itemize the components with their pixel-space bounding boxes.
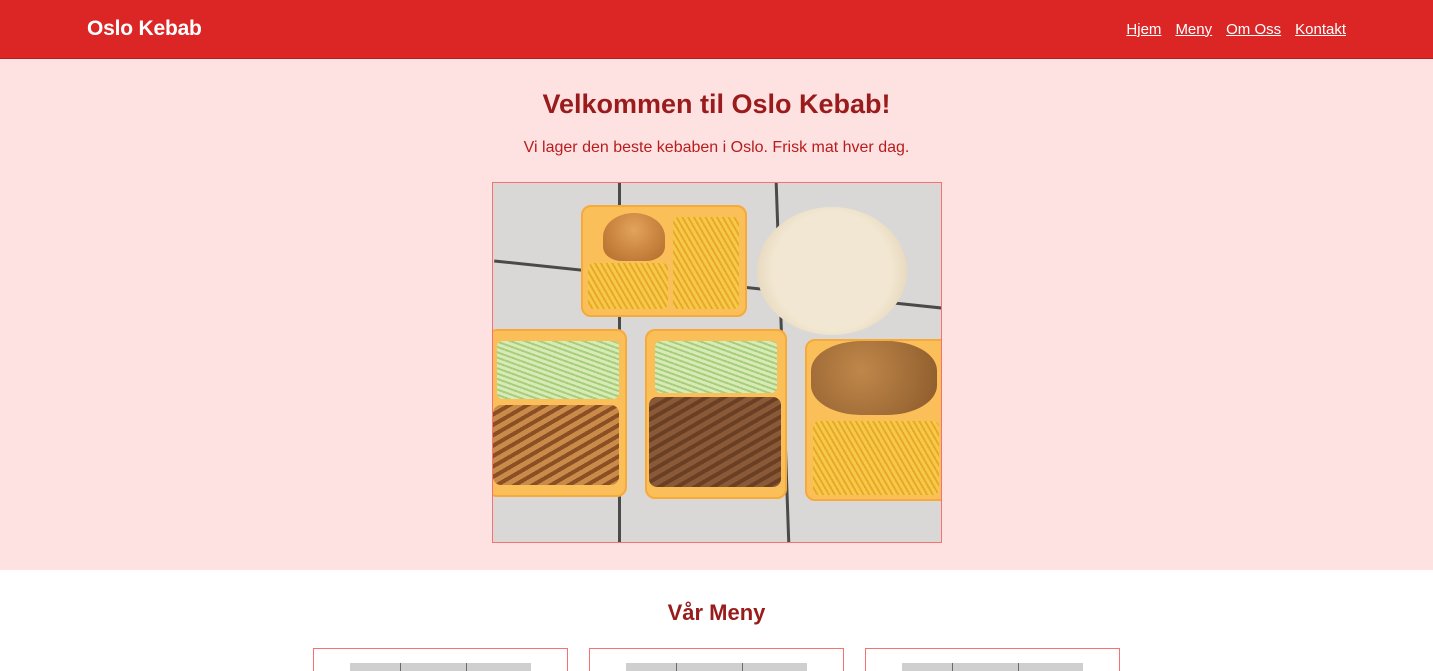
hero-title: Velkommen til Oslo Kebab! bbox=[542, 89, 891, 119]
fries bbox=[672, 217, 739, 309]
menu-card-image bbox=[350, 663, 531, 671]
menu-card-image bbox=[902, 663, 1083, 671]
hero-section: Velkommen til Oslo Kebab! Vi lager den b… bbox=[0, 59, 1433, 570]
nav-link-kontakt[interactable]: Kontakt bbox=[1295, 21, 1346, 38]
hero-food-image bbox=[491, 182, 942, 543]
nav-link-meny[interactable]: Meny bbox=[1175, 21, 1212, 38]
fries bbox=[587, 263, 668, 309]
nav-link-om-oss[interactable]: Om Oss bbox=[1226, 21, 1281, 38]
menu-card[interactable] bbox=[313, 648, 568, 671]
salad bbox=[496, 341, 619, 399]
salad bbox=[654, 341, 777, 393]
kebab-meat bbox=[648, 397, 781, 487]
menu-title: Vår Meny bbox=[667, 600, 766, 625]
fries bbox=[812, 421, 939, 495]
menu-card[interactable] bbox=[865, 648, 1120, 671]
menu-card-image bbox=[626, 663, 807, 671]
wrap bbox=[756, 207, 907, 335]
main-nav: Hjem Meny Om Oss Kontakt bbox=[1126, 21, 1346, 38]
burger bbox=[602, 213, 665, 261]
menu-cards bbox=[313, 648, 1120, 671]
hero-subtitle: Vi lager den beste kebaben i Oslo. Frisk… bbox=[523, 139, 910, 156]
site-header: Oslo Kebab Hjem Meny Om Oss Kontakt bbox=[0, 0, 1433, 59]
brand-logo[interactable]: Oslo Kebab bbox=[87, 17, 202, 41]
menu-section: Vår Meny bbox=[0, 570, 1433, 671]
nav-link-hjem[interactable]: Hjem bbox=[1126, 21, 1161, 38]
chicken-kebab bbox=[492, 405, 619, 485]
grilled-chicken bbox=[810, 341, 937, 415]
menu-card[interactable] bbox=[589, 648, 844, 671]
